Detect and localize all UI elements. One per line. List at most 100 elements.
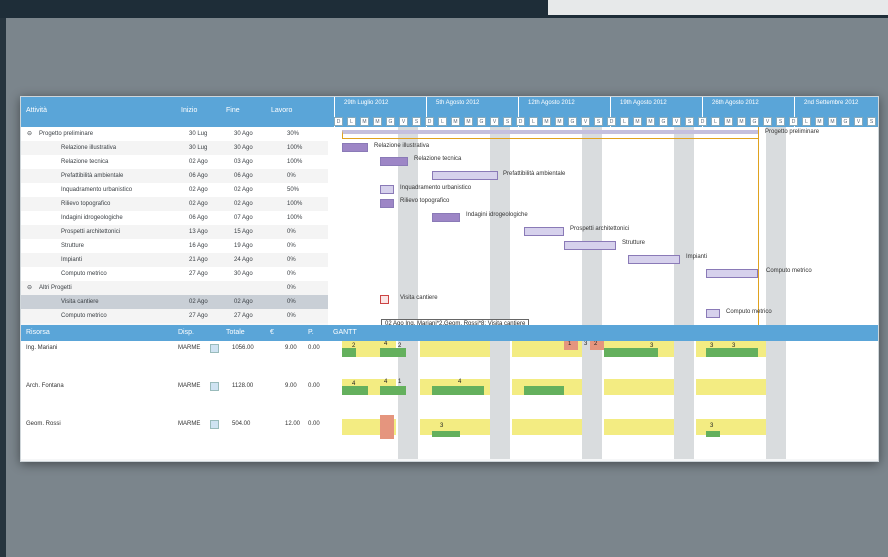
task-row[interactable]: ⊖ Altri Progetti 0% bbox=[21, 281, 328, 295]
task-bar[interactable] bbox=[706, 269, 758, 278]
load-value: 3 bbox=[650, 343, 654, 349]
task-row[interactable]: Inquadramento urbanistico 02 Ago 02 Ago 50% bbox=[21, 183, 328, 197]
col-progress[interactable]: Lavoro bbox=[271, 107, 292, 114]
resource-checkbox[interactable] bbox=[210, 344, 219, 353]
task-start: 02 Ago bbox=[189, 201, 208, 207]
resource-rate: 0.00 bbox=[308, 421, 320, 427]
assigned-bar bbox=[706, 431, 720, 437]
task-name: Inquadramento urbanistico bbox=[61, 187, 133, 193]
col-activity[interactable]: Attività bbox=[26, 107, 47, 114]
task-pct: 0% bbox=[287, 243, 296, 249]
task-bar[interactable] bbox=[524, 227, 564, 236]
task-row[interactable]: Indagini idrogeologiche 06 Ago 07 Ago 100% bbox=[21, 211, 328, 225]
task-pct: 100% bbox=[287, 215, 303, 221]
task-bar[interactable] bbox=[628, 255, 680, 264]
task-start: 13 Ago bbox=[189, 229, 208, 235]
task-bar[interactable] bbox=[342, 143, 368, 152]
task-row[interactable]: Strutture 16 Ago 19 Ago 0% bbox=[21, 239, 328, 253]
task-name: Relazione illustrativa bbox=[61, 145, 117, 151]
milestone-visit[interactable] bbox=[380, 295, 389, 304]
task-end: 24 Ago bbox=[234, 257, 253, 263]
col-resource[interactable]: Risorsa bbox=[26, 329, 50, 336]
weekend-column bbox=[766, 127, 786, 325]
task-row[interactable]: ⊖ Progetto preliminare 30 Lug 30 Ago 30% bbox=[21, 127, 328, 141]
task-row[interactable]: Relazione tecnica 02 Ago 03 Ago 100% bbox=[21, 155, 328, 169]
day-cell: G bbox=[477, 117, 486, 126]
task-row[interactable]: Computo metrico 27 Ago 30 Ago 0% bbox=[21, 267, 328, 281]
weekend-column bbox=[398, 341, 418, 459]
task-name: Impianti bbox=[61, 257, 83, 263]
resource-checkbox[interactable] bbox=[210, 382, 219, 391]
task-bar[interactable] bbox=[380, 157, 408, 166]
col-start[interactable]: Inizio bbox=[181, 107, 197, 114]
task-row[interactable]: Visita cantiere 02 Ago 02 Ago 0% bbox=[21, 295, 328, 309]
task-bar[interactable] bbox=[380, 199, 394, 208]
day-cell: V bbox=[490, 117, 499, 126]
resource-rate: 0.00 bbox=[308, 383, 320, 389]
timeline-header: 29th Luglio 2012 5th Agosto 2012 12th Agos… bbox=[328, 97, 878, 127]
assigned-bar bbox=[342, 386, 368, 395]
task-row[interactable]: Prospetti architettonici 13 Ago 15 Ago 0% bbox=[21, 225, 328, 239]
resource-checkbox[interactable] bbox=[210, 420, 219, 429]
summary-bar[interactable] bbox=[342, 130, 759, 139]
resource-total: 1056.00 bbox=[232, 345, 254, 351]
label-summary: Progetto preliminare bbox=[765, 129, 820, 135]
load-value: 3 bbox=[710, 423, 714, 429]
day-cell: G bbox=[568, 117, 577, 126]
task-pct: 0% bbox=[287, 285, 296, 291]
col-total[interactable]: Totale bbox=[226, 329, 245, 336]
task-row[interactable]: Impianti 21 Ago 24 Ago 0% bbox=[21, 253, 328, 267]
label-visit: Visita cantiere bbox=[400, 295, 438, 301]
task-pct: 0% bbox=[287, 173, 296, 179]
load-value: 3 bbox=[440, 423, 444, 429]
table-header: Attività Inizio Fine Lavoro bbox=[21, 97, 328, 127]
col-end[interactable]: Fine bbox=[226, 107, 240, 114]
task-bar[interactable] bbox=[706, 309, 720, 318]
task-row[interactable]: Rilievo topografico 02 Ago 02 Ago 100% bbox=[21, 197, 328, 211]
day-cell: M bbox=[451, 117, 460, 126]
task-name: Computo metrico bbox=[61, 313, 107, 319]
day-cell: G bbox=[841, 117, 850, 126]
task-pct: 0% bbox=[287, 229, 296, 235]
resource-cost: 9.00 bbox=[285, 383, 297, 389]
assigned-bar bbox=[706, 348, 758, 357]
task-bar[interactable] bbox=[432, 213, 460, 222]
task-pct: 50% bbox=[287, 187, 300, 193]
task-row[interactable]: Relazione illustrativa 30 Lug 30 Ago 100% bbox=[21, 141, 328, 155]
col-gantt[interactable]: GANTT bbox=[333, 329, 357, 336]
day-cell: D bbox=[425, 117, 434, 126]
col-cost[interactable]: € bbox=[270, 329, 274, 336]
task-name: Visita cantiere bbox=[61, 299, 99, 305]
resource-name: Geom. Rossi bbox=[26, 421, 61, 427]
task-bar[interactable] bbox=[380, 185, 394, 194]
weekend-column bbox=[490, 341, 510, 459]
task-row[interactable]: Prefattibilità ambientale 06 Ago 06 Ago 0% bbox=[21, 169, 328, 183]
load-value: 3 bbox=[710, 343, 714, 349]
col-rate[interactable]: P. bbox=[308, 329, 314, 336]
workload-bar bbox=[420, 341, 490, 357]
task-bar[interactable] bbox=[432, 171, 498, 180]
collapse-icon[interactable]: ⊖ bbox=[27, 127, 32, 141]
task-bar[interactable] bbox=[564, 241, 616, 250]
resource-cost: 12.00 bbox=[285, 421, 301, 427]
task-pct: 100% bbox=[287, 145, 303, 151]
col-code[interactable]: Disp. bbox=[178, 329, 194, 336]
day-cell: L bbox=[347, 117, 356, 126]
resources-header: Risorsa Disp. Totale € P. GANTT bbox=[21, 325, 878, 341]
day-cell: M bbox=[737, 117, 746, 126]
day-cell: S bbox=[503, 117, 512, 126]
day-cell: V bbox=[763, 117, 772, 126]
task-start: 02 Ago bbox=[189, 159, 208, 165]
collapse-icon[interactable]: ⊖ bbox=[27, 281, 32, 295]
load-value: 2 bbox=[594, 341, 598, 347]
resource-name: Ing. Mariani bbox=[26, 345, 58, 351]
task-row[interactable]: Computo metrico 27 Ago 27 Ago 0% bbox=[21, 309, 328, 323]
assigned-bar bbox=[342, 348, 356, 357]
day-cell: M bbox=[555, 117, 564, 126]
gantt-chart: Progetto preliminare Relazione illustrat… bbox=[328, 127, 878, 325]
label-task: Prospetti architettonici bbox=[570, 226, 630, 232]
task-end: 30 Ago bbox=[234, 145, 253, 151]
resource-name: Arch. Fontana bbox=[26, 383, 64, 389]
day-cell: L bbox=[802, 117, 811, 126]
label-task: Relazione illustrativa bbox=[374, 143, 430, 149]
